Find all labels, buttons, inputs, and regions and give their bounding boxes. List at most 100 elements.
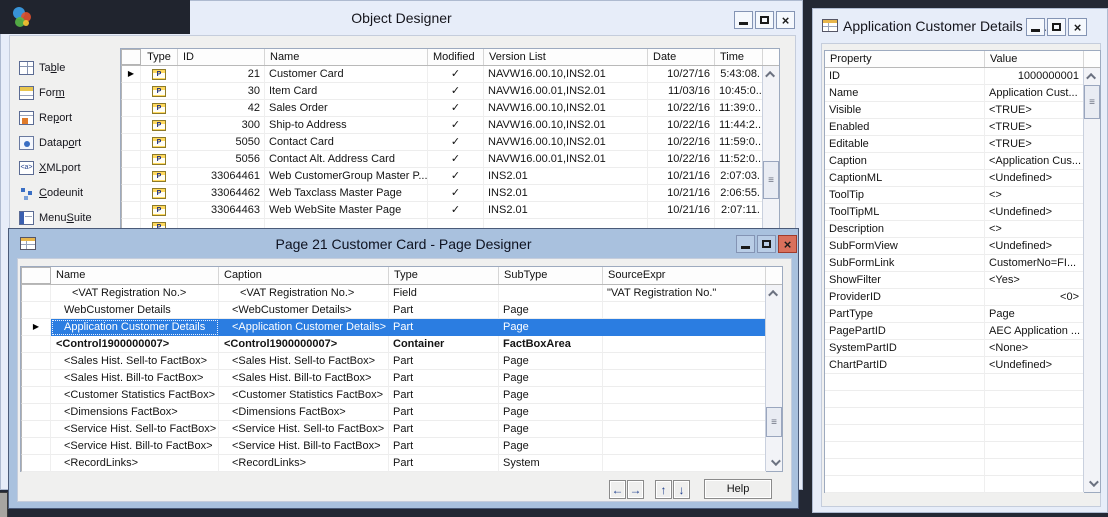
- property-row[interactable]: CaptionML <Undefined>: [825, 170, 1100, 187]
- minimize-button[interactable]: [734, 11, 753, 29]
- property-row[interactable]: Caption <Application Cus...: [825, 153, 1100, 170]
- close-button[interactable]: ×: [776, 11, 795, 29]
- object-row[interactable]: 33064463 Web WebSite Master Page ✓ INS2.…: [121, 202, 779, 219]
- property-value-cell[interactable]: <Undefined>: [985, 357, 1084, 374]
- scroll-thumb[interactable]: ≡: [766, 407, 782, 437]
- row-selector[interactable]: [21, 302, 51, 319]
- object-row[interactable]: 33064461 Web CustomerGroup Master P... ✓…: [121, 168, 779, 185]
- move-down-button[interactable]: ↓: [673, 480, 690, 499]
- row-selector[interactable]: ▶: [121, 66, 141, 83]
- row-selector[interactable]: [21, 387, 51, 404]
- column-header-time[interactable]: Time: [715, 49, 763, 65]
- property-value-cell[interactable]: CustomerNo=FI...: [985, 255, 1084, 272]
- row-selector[interactable]: [121, 100, 141, 117]
- property-row[interactable]: Visible <TRUE>: [825, 102, 1100, 119]
- close-button[interactable]: ×: [778, 235, 797, 253]
- property-value-cell[interactable]: <None>: [985, 340, 1084, 357]
- scroll-thumb[interactable]: ≡: [1084, 85, 1100, 119]
- column-header-sourceexpr[interactable]: SourceExpr: [603, 267, 766, 284]
- property-row[interactable]: PagePartID AEC Application ...: [825, 323, 1100, 340]
- column-header-subtype[interactable]: SubType: [499, 267, 603, 284]
- property-value-cell[interactable]: <0>: [985, 289, 1084, 306]
- property-row[interactable]: [825, 408, 1100, 425]
- sidebar-item-object-type[interactable]: Dataport: [19, 133, 121, 153]
- scroll-down-button[interactable]: [1084, 475, 1100, 492]
- property-row[interactable]: ToolTipML <Undefined>: [825, 204, 1100, 221]
- column-header-name[interactable]: Name: [265, 49, 428, 65]
- row-selector[interactable]: [21, 421, 51, 438]
- object-row[interactable]: 42 Sales Order ✓ NAVW16.00.10,INS2.01 10…: [121, 100, 779, 117]
- object-row[interactable]: 30 Item Card ✓ NAVW16.00.01,INS2.01 11/0…: [121, 83, 779, 100]
- row-selector[interactable]: [121, 151, 141, 168]
- control-row[interactable]: <RecordLinks> <RecordLinks> Part System: [21, 455, 782, 472]
- object-row[interactable]: 300 Ship-to Address ✓ NAVW16.00.10,INS2.…: [121, 117, 779, 134]
- property-value-cell[interactable]: [985, 442, 1084, 459]
- property-row[interactable]: Editable <TRUE>: [825, 136, 1100, 153]
- property-value-cell[interactable]: <TRUE>: [985, 136, 1084, 153]
- property-value-cell[interactable]: <TRUE>: [985, 119, 1084, 136]
- property-row[interactable]: SystemPartID <None>: [825, 340, 1100, 357]
- object-row[interactable]: 5056 Contact Alt. Address Card ✓ NAVW16.…: [121, 151, 779, 168]
- control-row[interactable]: <Service Hist. Sell-to FactBox> <Service…: [21, 421, 782, 438]
- row-selector[interactable]: [21, 404, 51, 421]
- control-row[interactable]: ▶ Application Customer Details <Applicat…: [21, 319, 782, 336]
- property-row[interactable]: [825, 476, 1100, 493]
- property-value-cell[interactable]: <Yes>: [985, 272, 1084, 289]
- maximize-button[interactable]: [755, 11, 774, 29]
- scroll-thumb[interactable]: ≡: [763, 161, 779, 199]
- property-row[interactable]: Name Application Cust...: [825, 85, 1100, 102]
- property-row[interactable]: PartType Page: [825, 306, 1100, 323]
- sidebar-item-object-type[interactable]: Codeunit: [19, 183, 121, 203]
- row-selector[interactable]: [121, 117, 141, 134]
- column-header-value[interactable]: Value: [985, 51, 1084, 67]
- row-selector[interactable]: [121, 168, 141, 185]
- column-header-property[interactable]: Property: [825, 51, 985, 67]
- control-row[interactable]: <Customer Statistics FactBox> <Customer …: [21, 387, 782, 404]
- sidebar-item-object-type[interactable]: Report: [19, 108, 121, 128]
- object-row[interactable]: ▶ 21 Customer Card ✓ NAVW16.00.10,INS2.0…: [121, 66, 779, 83]
- property-row[interactable]: [825, 425, 1100, 442]
- sidebar-item-object-type[interactable]: MenuSuite: [19, 208, 121, 228]
- property-row[interactable]: ProviderID <0>: [825, 289, 1100, 306]
- property-value-cell[interactable]: [985, 476, 1084, 493]
- property-row[interactable]: Description <>: [825, 221, 1100, 238]
- control-row[interactable]: <Dimensions FactBox> <Dimensions FactBox…: [21, 404, 782, 421]
- property-value-cell[interactable]: <Application Cus...: [985, 153, 1084, 170]
- property-value-cell[interactable]: [985, 408, 1084, 425]
- column-header-modified[interactable]: Modified: [428, 49, 484, 65]
- property-value-cell[interactable]: [985, 459, 1084, 476]
- control-row[interactable]: <VAT Registration No.> <VAT Registration…: [21, 285, 782, 302]
- sidebar-item-object-type[interactable]: Table: [19, 58, 121, 78]
- property-value-cell[interactable]: Page: [985, 306, 1084, 323]
- scroll-down-button[interactable]: [766, 454, 782, 471]
- scroll-up-button[interactable]: [766, 285, 782, 302]
- close-button[interactable]: ×: [1068, 18, 1087, 36]
- scroll-up-button[interactable]: [1084, 68, 1100, 85]
- row-selector[interactable]: ▶: [21, 319, 51, 336]
- property-value-cell[interactable]: <TRUE>: [985, 102, 1084, 119]
- property-value-cell[interactable]: <Undefined>: [985, 238, 1084, 255]
- sidebar-item-object-type[interactable]: XMLport: [19, 158, 121, 178]
- row-selector[interactable]: [121, 134, 141, 151]
- control-row[interactable]: WebCustomer Details <WebCustomer Details…: [21, 302, 782, 319]
- row-selector[interactable]: [21, 353, 51, 370]
- control-row[interactable]: <Control1900000007> <Control1900000007> …: [21, 336, 782, 353]
- property-row[interactable]: [825, 391, 1100, 408]
- object-row[interactable]: 5050 Contact Card ✓ NAVW16.00.10,INS2.01…: [121, 134, 779, 151]
- property-row[interactable]: ShowFilter <Yes>: [825, 272, 1100, 289]
- property-value-cell[interactable]: <>: [985, 187, 1084, 204]
- property-row[interactable]: ToolTip <>: [825, 187, 1100, 204]
- help-button[interactable]: Help: [704, 479, 772, 499]
- property-row[interactable]: SubFormView <Undefined>: [825, 238, 1100, 255]
- row-selector[interactable]: [21, 285, 51, 302]
- property-value-cell[interactable]: <Undefined>: [985, 204, 1084, 221]
- property-row[interactable]: ChartPartID <Undefined>: [825, 357, 1100, 374]
- row-selector[interactable]: [21, 370, 51, 387]
- property-value-cell[interactable]: 1000000001: [985, 68, 1084, 85]
- property-value-cell[interactable]: [985, 391, 1084, 408]
- row-selector[interactable]: [21, 438, 51, 455]
- row-selector[interactable]: [121, 185, 141, 202]
- minimize-button[interactable]: [736, 235, 755, 253]
- move-up-button[interactable]: ↑: [655, 480, 672, 499]
- control-row[interactable]: <Service Hist. Bill-to FactBox> <Service…: [21, 438, 782, 455]
